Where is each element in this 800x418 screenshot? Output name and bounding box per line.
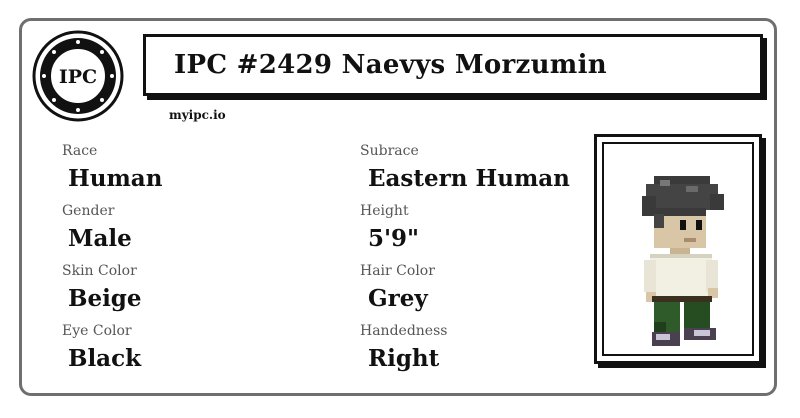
hair-color-value: Grey <box>368 285 428 312</box>
handedness-label: Handedness <box>360 323 448 339</box>
title-box: IPC #2429 Naevys Morzumin <box>143 34 767 100</box>
handedness-value: Right <box>368 345 440 372</box>
ipc-seal-logo: IPC <box>32 30 124 122</box>
logo-text: IPC <box>59 66 97 88</box>
race-value: Human <box>68 165 163 192</box>
hair-color-label: Hair Color <box>360 263 435 279</box>
character-portrait <box>594 134 766 368</box>
eye-color-label: Eye Color <box>62 323 132 339</box>
subrace-label: Subrace <box>360 143 419 159</box>
gender-label: Gender <box>62 203 115 219</box>
site-link[interactable]: myipc.io <box>169 108 226 122</box>
skin-color-label: Skin Color <box>62 263 137 279</box>
skin-color-value: Beige <box>68 285 142 312</box>
character-sprite-icon <box>642 176 724 346</box>
race-label: Race <box>62 143 98 159</box>
subrace-value: Eastern Human <box>368 165 570 192</box>
card-title: IPC #2429 Naevys Morzumin <box>174 50 607 80</box>
height-value: 5'9" <box>368 225 420 252</box>
eye-color-value: Black <box>68 345 142 372</box>
gender-value: Male <box>68 225 132 252</box>
height-label: Height <box>360 203 409 219</box>
